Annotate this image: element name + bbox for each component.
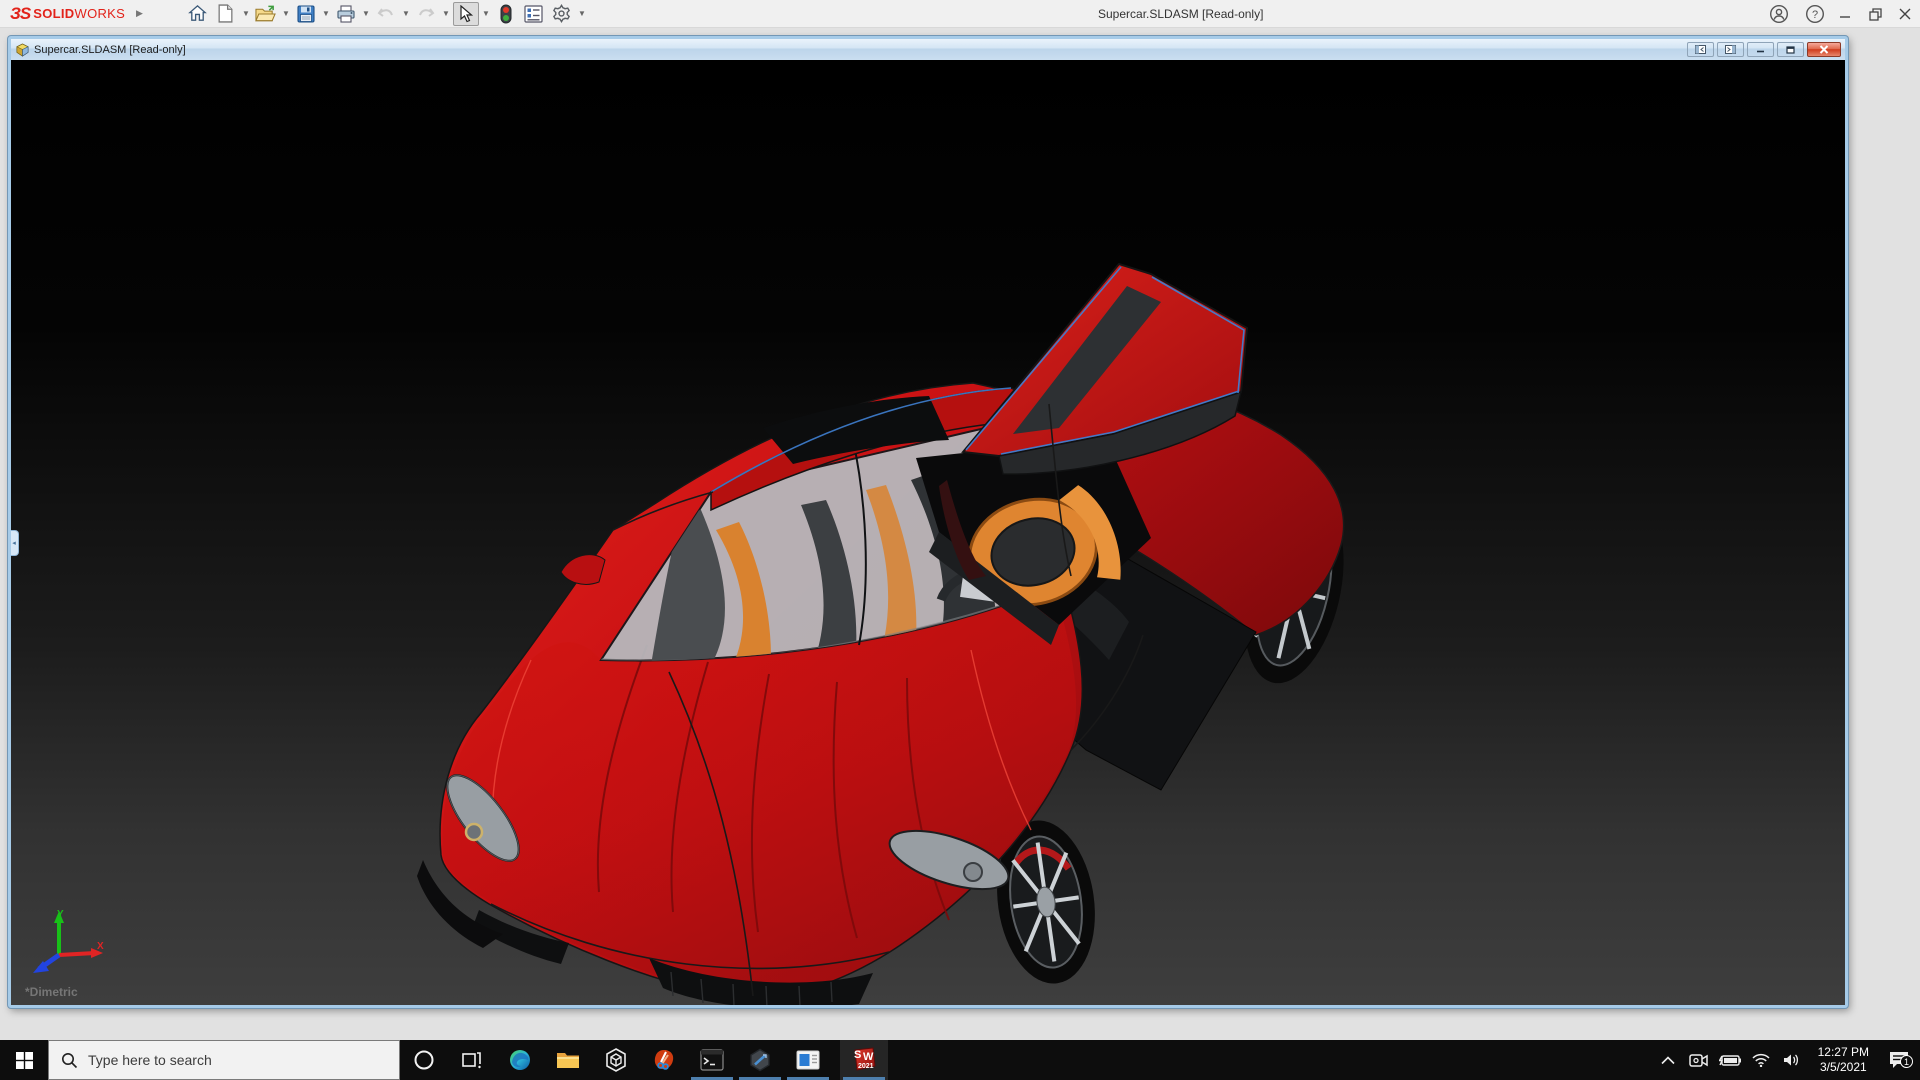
photos-app-icon <box>796 1050 820 1070</box>
close-button[interactable] <box>1890 0 1920 28</box>
undo-dropdown: ▼ <box>401 9 411 18</box>
window-title: Supercar.SLDASM [Read-only] <box>1098 0 1263 28</box>
print-button[interactable] <box>333 2 359 26</box>
open-dropdown[interactable]: ▼ <box>281 9 291 18</box>
hexagon-app-icon <box>748 1048 772 1072</box>
document-title: Supercar.SLDASM [Read-only] <box>34 44 186 56</box>
taskbar-snipping-tool-button[interactable] <box>640 1040 688 1080</box>
toolbar-flyout-arrow-icon[interactable]: ▶ <box>136 8 143 19</box>
taskbar-task-view-button[interactable] <box>448 1040 496 1080</box>
search-icon <box>61 1052 78 1069</box>
select-tool-button[interactable] <box>453 2 479 26</box>
settings-dropdown[interactable]: ▼ <box>577 9 587 18</box>
quick-access-toolbar: ▼ ▼ ▼ ▼ ▼ ▼ ▼ ▼ <box>185 2 587 26</box>
clock-date: 3/5/2021 <box>1818 1060 1869 1075</box>
minimize-button[interactable] <box>1830 0 1860 28</box>
action-center-button[interactable]: 1 <box>1884 1050 1914 1070</box>
redo-button <box>413 2 439 26</box>
file-explorer-icon <box>556 1050 580 1070</box>
edge-icon <box>508 1048 532 1072</box>
taskbar-search[interactable] <box>48 1040 400 1080</box>
meet-now-icon[interactable] <box>1688 1053 1710 1068</box>
svg-text:?: ? <box>1812 9 1818 21</box>
battery-icon[interactable] <box>1719 1054 1741 1067</box>
settings-gear-button[interactable] <box>549 2 575 26</box>
account-button[interactable] <box>1764 0 1794 28</box>
options-list-button[interactable] <box>521 2 547 26</box>
task-view-icon <box>461 1049 483 1071</box>
taskbar-edge-button[interactable] <box>496 1040 544 1080</box>
solidworks-logo: ЗS SOLIDWORKS <box>10 4 134 24</box>
taskbar-cube-app-button[interactable] <box>592 1040 640 1080</box>
window-controls: ? <box>1764 0 1920 28</box>
maximize-button[interactable] <box>1860 0 1890 28</box>
print-dropdown[interactable]: ▼ <box>361 9 371 18</box>
orientation-triad: Y X <box>29 907 107 977</box>
document-window: Supercar.SLDASM [Read-only] <box>8 36 1848 1008</box>
clock-time: 12:27 PM <box>1818 1045 1869 1060</box>
system-tray: 12:27 PM 3/5/2021 1 <box>1657 1040 1920 1080</box>
taskbar-command-prompt-button[interactable] <box>688 1040 736 1080</box>
cortana-icon <box>413 1049 435 1071</box>
document-titlebar[interactable]: Supercar.SLDASM [Read-only] <box>11 39 1845 60</box>
open-button[interactable] <box>253 2 279 26</box>
notification-badge: 1 <box>1900 1055 1913 1068</box>
redo-dropdown: ▼ <box>441 9 451 18</box>
rebuild-button[interactable] <box>493 2 519 26</box>
toggle-left-pane-button[interactable] <box>1687 42 1714 57</box>
sw-letter-s: S <box>854 1049 861 1061</box>
save-button[interactable] <box>293 2 319 26</box>
document-restore-button[interactable] <box>1777 42 1804 57</box>
home-button[interactable] <box>185 2 211 26</box>
wifi-icon[interactable] <box>1750 1053 1772 1067</box>
assembly-document-icon <box>15 43 30 57</box>
document-close-button[interactable] <box>1807 42 1841 57</box>
graphics-viewport[interactable]: ◂ Y X *Dimetric <box>11 60 1845 1005</box>
undo-button <box>373 2 399 26</box>
logo-text-solid: SOLID <box>33 6 74 21</box>
taskbar-photos-app-button[interactable] <box>784 1040 832 1080</box>
taskbar-hexagon-app-button[interactable] <box>736 1040 784 1080</box>
supercar-3d-model <box>11 60 1845 1005</box>
sw-letter-w: W <box>863 1051 873 1063</box>
app-titlebar: ЗS SOLIDWORKS ▶ ▼ ▼ ▼ ▼ ▼ ▼ <box>0 0 1920 28</box>
select-tool-dropdown[interactable]: ▼ <box>481 9 491 18</box>
taskbar-solidworks-button[interactable]: S W 2021 <box>840 1040 888 1080</box>
feature-pane-collapse-arrow[interactable]: ◂ <box>11 530 19 556</box>
solidworks-2021-icon: S W 2021 <box>850 1046 878 1074</box>
solidworks-logo-mark-icon: ЗS <box>10 4 30 24</box>
tray-chevron-up-icon[interactable] <box>1657 1056 1679 1065</box>
document-window-controls <box>1687 42 1845 57</box>
taskbar-file-explorer-button[interactable] <box>544 1040 592 1080</box>
command-prompt-icon <box>700 1049 724 1071</box>
taskbar-cortana-button[interactable] <box>400 1040 448 1080</box>
application-client-area: Supercar.SLDASM [Read-only] <box>0 28 1920 1040</box>
triad-x-label: X <box>97 941 104 952</box>
view-orientation-label: *Dimetric <box>25 985 78 999</box>
search-input[interactable] <box>88 1052 368 1068</box>
logo-text-works: WORKS <box>75 6 126 21</box>
volume-icon[interactable] <box>1781 1053 1803 1067</box>
sw-year: 2021 <box>858 1063 874 1070</box>
start-button[interactable] <box>0 1040 48 1080</box>
toggle-right-pane-button[interactable] <box>1717 42 1744 57</box>
windows-taskbar: S W 2021 12:27 PM 3/5/2021 1 <box>0 1040 1920 1080</box>
cube-app-icon <box>604 1048 628 1072</box>
snipping-tool-icon <box>652 1048 676 1072</box>
help-button[interactable]: ? <box>1800 0 1830 28</box>
new-document-button[interactable] <box>213 2 239 26</box>
document-minimize-button[interactable] <box>1747 42 1774 57</box>
new-document-dropdown[interactable]: ▼ <box>241 9 251 18</box>
triad-y-label: Y <box>57 909 64 920</box>
save-dropdown[interactable]: ▼ <box>321 9 331 18</box>
taskbar-clock[interactable]: 12:27 PM 3/5/2021 <box>1812 1045 1875 1075</box>
